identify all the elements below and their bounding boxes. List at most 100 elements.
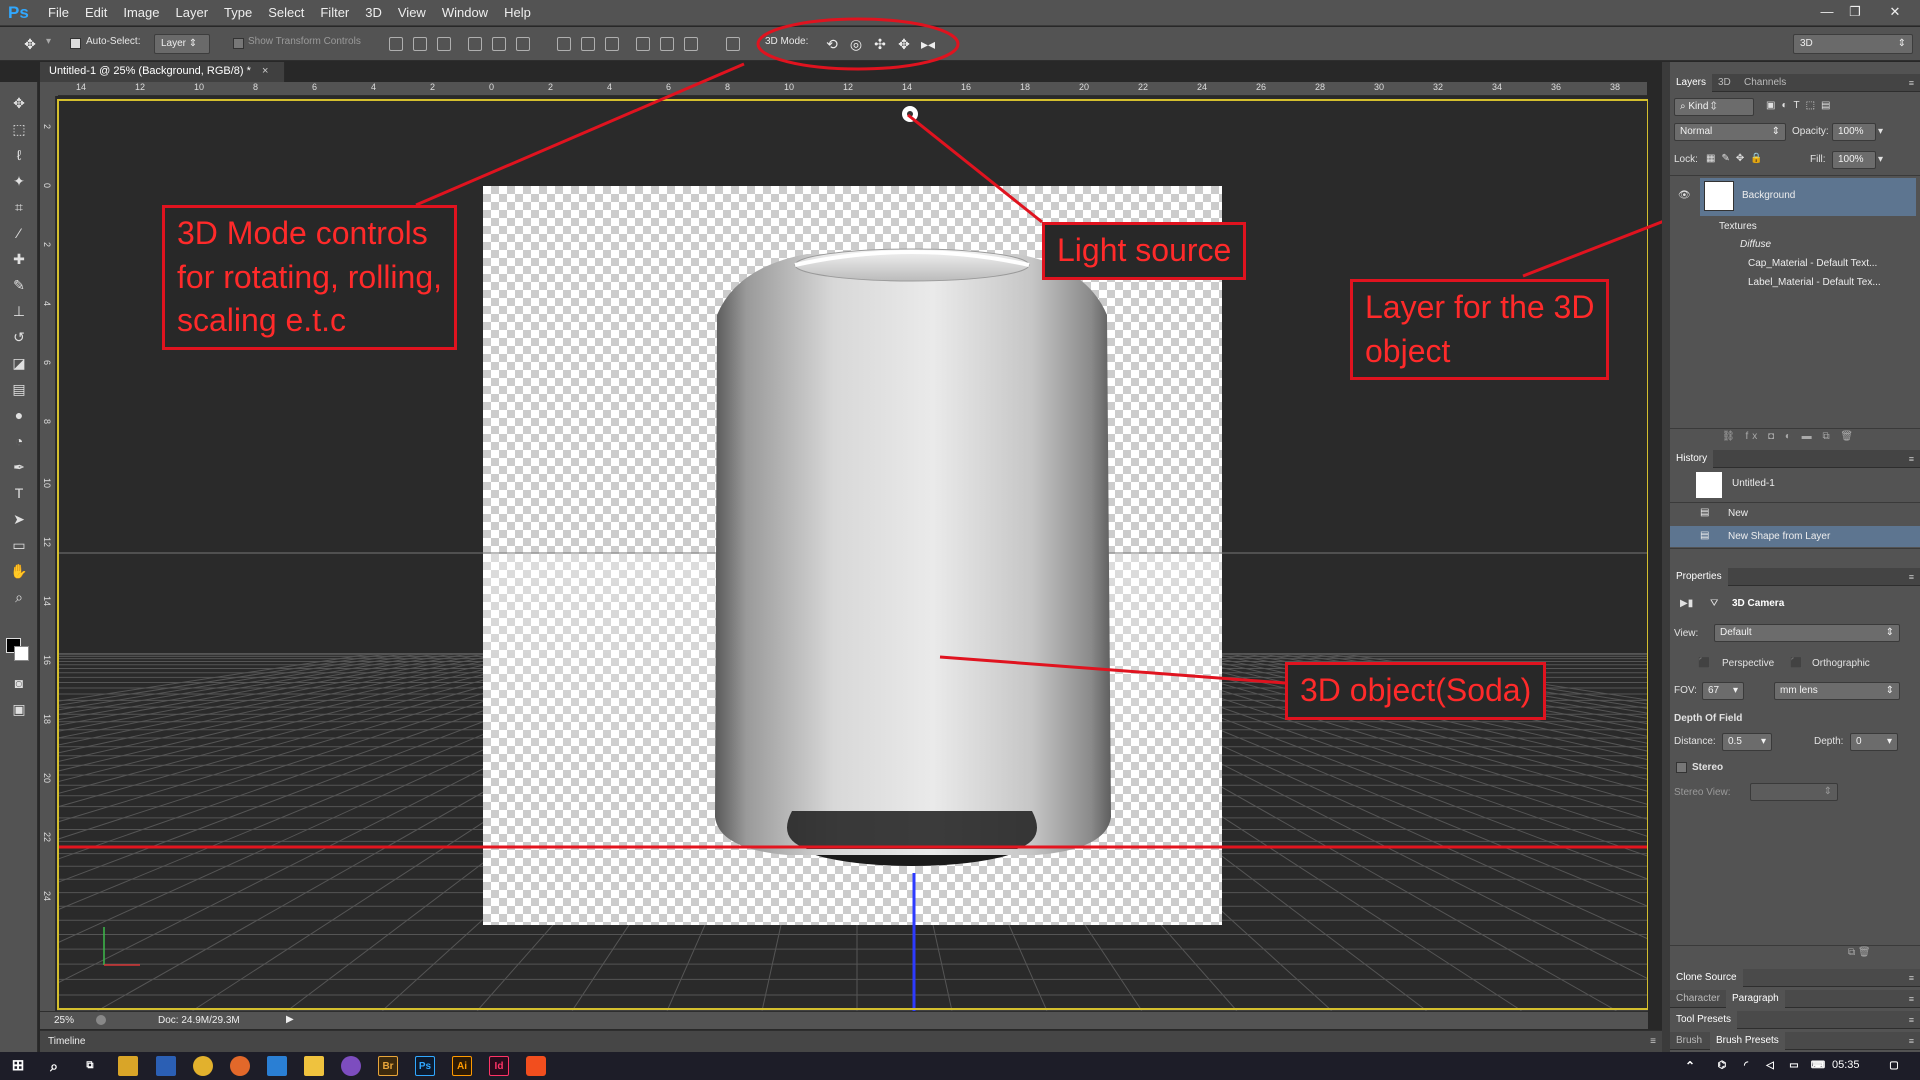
vscode-icon[interactable] bbox=[267, 1056, 287, 1076]
menu-select[interactable]: Select bbox=[260, 0, 312, 26]
tab-clone-source[interactable]: Clone Source bbox=[1670, 969, 1743, 987]
shape-tool-icon[interactable]: ▭ bbox=[8, 534, 30, 556]
pen-tool-icon[interactable]: ✒ bbox=[8, 456, 30, 478]
blend-mode-dropdown[interactable]: Normal ⇕ bbox=[1674, 123, 1786, 141]
marquee-tool-icon[interactable]: ⬚ bbox=[8, 118, 30, 140]
brush-tool-icon[interactable]: ✎ bbox=[8, 274, 30, 296]
camera-icon[interactable]: ▶▮ bbox=[1680, 598, 1693, 609]
chevron-down-icon[interactable]: ▾ bbox=[46, 36, 51, 47]
align-vcenter-icon[interactable] bbox=[413, 37, 427, 51]
clone-source-menu-icon[interactable]: ≡ bbox=[1909, 969, 1914, 987]
align-left-icon[interactable] bbox=[468, 37, 482, 51]
type-tool-icon[interactable]: T bbox=[8, 482, 30, 504]
distribute-vcenter-icon[interactable] bbox=[581, 37, 595, 51]
layer-row-background[interactable]: Background bbox=[1700, 178, 1916, 216]
menu-filter[interactable]: Filter bbox=[312, 0, 357, 26]
firefox-icon[interactable] bbox=[230, 1056, 250, 1076]
history-brush-tool-icon[interactable]: ↺ bbox=[8, 326, 30, 348]
history-snapshot-row[interactable]: Untitled-1 bbox=[1670, 471, 1920, 498]
visibility-eye-icon[interactable]: 👁 bbox=[1678, 190, 1691, 201]
menu-image[interactable]: Image bbox=[115, 0, 167, 26]
filter-icons[interactable]: ▣◐T⬚▤ bbox=[1766, 100, 1837, 111]
sublayer-diffuse[interactable]: Diffuse bbox=[1740, 239, 1771, 250]
character-menu-icon[interactable]: ≡ bbox=[1909, 990, 1914, 1008]
wifi-icon[interactable]: ◜ bbox=[1736, 1056, 1756, 1076]
tab-layers[interactable]: Layers bbox=[1670, 74, 1713, 92]
clone-stamp-tool-icon[interactable]: ⊥ bbox=[8, 300, 30, 322]
quick-mask-icon[interactable]: ◙ bbox=[8, 672, 30, 694]
magic-wand-tool-icon[interactable]: ✦ bbox=[8, 170, 30, 192]
language-icon[interactable]: ⌨ bbox=[1808, 1056, 1828, 1076]
gradient-tool-icon[interactable]: ▤ bbox=[8, 378, 30, 400]
history-item[interactable]: ▤ New Shape from Layer bbox=[1670, 526, 1920, 547]
stereo-view-dropdown[interactable]: ⇕ bbox=[1750, 783, 1838, 801]
minimize-button[interactable]: — bbox=[1817, 2, 1837, 22]
pan-icon[interactable]: ✣ bbox=[870, 34, 890, 54]
app-icon[interactable] bbox=[341, 1056, 361, 1076]
notifications-icon[interactable]: ▢ bbox=[1884, 1056, 1904, 1076]
slide-icon[interactable]: ✥ bbox=[894, 34, 914, 54]
indesign-icon[interactable]: Id bbox=[489, 1056, 509, 1076]
align-hcenter-icon[interactable] bbox=[492, 37, 506, 51]
move-tool-icon[interactable]: ✥ bbox=[8, 92, 30, 114]
sublayer-cap-material[interactable]: Cap_Material - Default Text... bbox=[1748, 258, 1877, 269]
sublayer-label-material[interactable]: Label_Material - Default Tex... bbox=[1748, 277, 1881, 288]
bridge-icon[interactable]: Br bbox=[378, 1056, 398, 1076]
layer-filter-dropdown[interactable]: ⌕ Kind ⇕ bbox=[1674, 98, 1754, 116]
network-icon[interactable]: ⌬ bbox=[1712, 1056, 1732, 1076]
tab-brush-presets[interactable]: Brush Presets bbox=[1710, 1032, 1785, 1050]
properties-footer-icons[interactable]: ⧉ 🗑 bbox=[1848, 947, 1871, 958]
orthographic-icon[interactable]: ⬛ bbox=[1790, 658, 1802, 669]
windows-start-icon[interactable]: ⊞ bbox=[8, 1056, 28, 1076]
search-icon[interactable]: ⌕ bbox=[44, 1056, 64, 1076]
move-tool-preset-icon[interactable]: ✥ bbox=[20, 34, 40, 54]
healing-brush-tool-icon[interactable]: ✚ bbox=[8, 248, 30, 270]
distribute-left-icon[interactable] bbox=[636, 37, 650, 51]
store-icon[interactable] bbox=[156, 1056, 176, 1076]
menu-edit[interactable]: Edit bbox=[77, 0, 115, 26]
git-icon[interactable] bbox=[304, 1056, 324, 1076]
tab-tool-presets[interactable]: Tool Presets bbox=[1670, 1011, 1738, 1029]
illustrator-icon[interactable]: Ai bbox=[452, 1056, 472, 1076]
chrome-icon[interactable] bbox=[193, 1056, 213, 1076]
close-window-button[interactable]: ✕ bbox=[1885, 2, 1905, 22]
eyedropper-tool-icon[interactable]: ⁄ bbox=[8, 222, 30, 244]
orbit-icon[interactable]: ⟲ bbox=[822, 34, 842, 54]
timeline-panel[interactable]: Timeline ≡ bbox=[40, 1030, 1662, 1052]
fov-unit-dropdown[interactable]: mm lens ⇕ bbox=[1774, 682, 1900, 700]
fill-field[interactable]: 100% bbox=[1832, 151, 1876, 169]
align-right-icon[interactable] bbox=[516, 37, 530, 51]
workspace-dropdown[interactable]: 3D ⇕ bbox=[1793, 34, 1913, 54]
distribute-bottom-icon[interactable] bbox=[605, 37, 619, 51]
task-view-icon[interactable]: ⧉ bbox=[80, 1056, 100, 1076]
lasso-tool-icon[interactable]: ℓ bbox=[8, 144, 30, 166]
depth-field[interactable]: 0 ▾ bbox=[1850, 733, 1898, 751]
menu-3d[interactable]: 3D bbox=[357, 0, 390, 26]
layers-footer-icons[interactable]: ⛓ fx ◘ ◐ ▬ ⧉ 🗑 bbox=[1722, 431, 1857, 442]
sublayer-textures[interactable]: Textures bbox=[1719, 221, 1757, 232]
auto-select-checkbox[interactable] bbox=[70, 38, 81, 49]
tab-brush[interactable]: Brush bbox=[1670, 1032, 1708, 1050]
distribute-top-icon[interactable] bbox=[557, 37, 571, 51]
eraser-tool-icon[interactable]: ◪ bbox=[8, 352, 30, 374]
volume-icon[interactable]: ◁ bbox=[1760, 1056, 1780, 1076]
close-tab-icon[interactable]: × bbox=[262, 65, 268, 77]
align-bottom-icon[interactable] bbox=[437, 37, 451, 51]
fov-field[interactable]: 67 ▾ bbox=[1702, 682, 1744, 700]
timeline-menu-icon[interactable]: ≡ bbox=[1650, 1036, 1656, 1047]
view-dropdown[interactable]: Default ⇕ bbox=[1714, 624, 1900, 642]
blur-tool-icon[interactable]: ● bbox=[8, 404, 30, 426]
auto-select-dropdown[interactable]: Layer ⇕ bbox=[154, 34, 210, 54]
menu-help[interactable]: Help bbox=[496, 0, 539, 26]
opacity-dropdown-icon[interactable]: ▾ bbox=[1878, 126, 1883, 137]
zoom-level[interactable]: 25% bbox=[54, 1015, 74, 1026]
vertical-ruler[interactable]: 2 0 2 4 6 8 10 12 14 16 18 20 22 24 bbox=[40, 96, 56, 1011]
path-selection-tool-icon[interactable]: ➤ bbox=[8, 508, 30, 530]
background-color-swatch[interactable] bbox=[14, 646, 29, 661]
roll-icon[interactable]: ◎ bbox=[846, 34, 866, 54]
history-item[interactable]: ▤ New bbox=[1670, 503, 1920, 524]
tab-channels[interactable]: Channels bbox=[1738, 74, 1792, 92]
menu-layer[interactable]: Layer bbox=[168, 0, 217, 26]
battery-icon[interactable]: ▭ bbox=[1784, 1056, 1804, 1076]
hand-tool-icon[interactable]: ✋ bbox=[8, 560, 30, 582]
